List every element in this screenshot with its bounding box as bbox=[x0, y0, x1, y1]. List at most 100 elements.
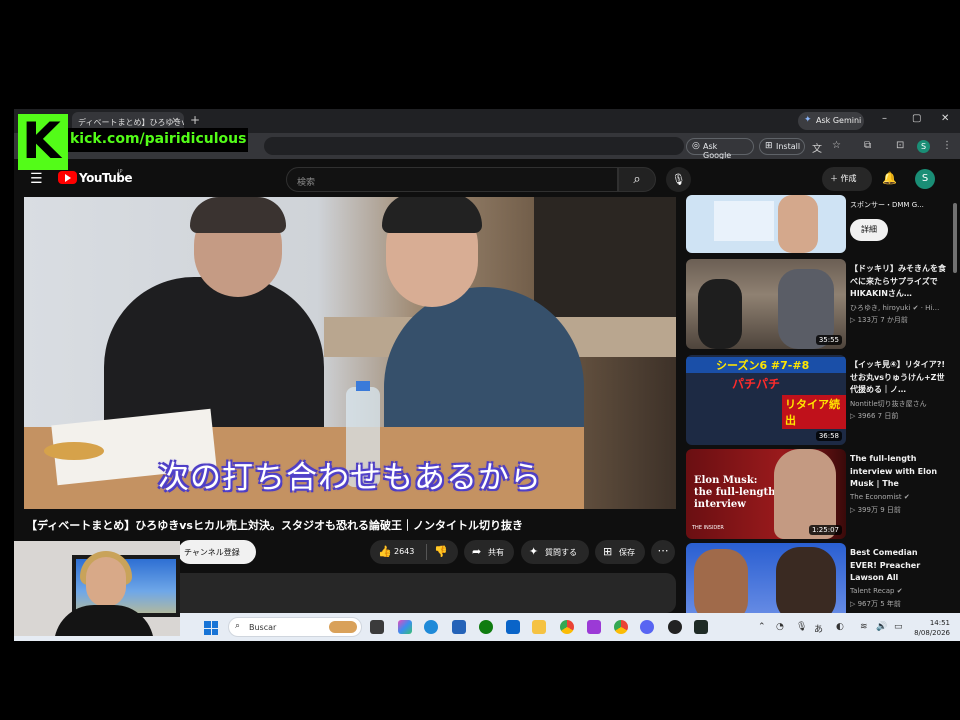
extensions-icon[interactable]: ⧉ bbox=[864, 140, 871, 151]
plus-icon: ＋ bbox=[830, 174, 838, 183]
share-button[interactable]: ➦ 共有 bbox=[464, 540, 514, 564]
ime-indicator[interactable]: あ bbox=[814, 622, 823, 635]
terminal-icon[interactable] bbox=[694, 620, 708, 634]
video-item-title[interactable]: 【イッキ見④】リタイア?! せお丸vsりゅうけん+Z世代援める｜ノ… bbox=[850, 359, 946, 397]
save-button[interactable]: ⊞ 保存 bbox=[595, 540, 645, 564]
list-item[interactable]: Elon Musk: the full-length interview THE… bbox=[686, 449, 948, 541]
video-item-title[interactable]: Best Comedian EVER! Preacher Lawson All … bbox=[850, 547, 946, 585]
bookmark-star-icon[interactable]: ☆ bbox=[832, 140, 841, 151]
youtube-logo-text[interactable]: YouTube bbox=[79, 171, 133, 185]
video-thumbnail[interactable]: Elon Musk: the full-length interview THE… bbox=[686, 449, 846, 539]
close-window-button[interactable]: ✕ bbox=[941, 113, 949, 124]
ask-gemini-button[interactable]: ✦ Ask Gemini bbox=[798, 112, 864, 130]
wifi-icon[interactable]: ≋ bbox=[860, 622, 868, 632]
voice-search-button[interactable]: 🎙 bbox=[666, 167, 691, 192]
sponsored-item[interactable]: スポンサー・DMM G... 詳細 bbox=[686, 195, 948, 255]
webcam-overlay bbox=[14, 541, 180, 636]
scrollbar-thumb[interactable] bbox=[953, 203, 957, 273]
video-thumbnail[interactable] bbox=[686, 543, 846, 621]
install-button[interactable]: ⊞ Install bbox=[759, 138, 805, 155]
search-highlight-image bbox=[329, 621, 357, 633]
like-divider bbox=[426, 544, 427, 560]
thumb-insider-text: THE INSIDER bbox=[692, 525, 724, 531]
like-count: 2643 bbox=[394, 547, 415, 556]
task-view-icon[interactable] bbox=[370, 620, 384, 634]
details-button[interactable]: 詳細 bbox=[850, 219, 888, 241]
youtube-logo-icon[interactable] bbox=[58, 171, 77, 184]
chrome-profile-icon[interactable] bbox=[614, 620, 628, 634]
channel-name[interactable]: ひろゆき, hiroyuki ✔ · Hi… bbox=[850, 303, 946, 313]
channel-name[interactable]: The Economist ✔ bbox=[850, 493, 946, 501]
outlook-icon[interactable] bbox=[506, 620, 520, 634]
ask-button[interactable]: ✦ 質問する bbox=[521, 540, 589, 564]
ask-google-button[interactable]: ◎ Ask Google bbox=[686, 138, 754, 160]
address-bar[interactable] bbox=[264, 137, 684, 155]
copilot-icon[interactable] bbox=[398, 620, 412, 634]
thumb-retire-text: リタイア続出 bbox=[782, 395, 846, 429]
video-meta: ▷ 133万 7 か月前 bbox=[850, 316, 908, 324]
thumb-person-a bbox=[698, 279, 742, 349]
volume-icon[interactable]: 🔊 bbox=[876, 622, 887, 632]
video-thumbnail[interactable]: 35:55 bbox=[686, 259, 846, 349]
page-scrollbar[interactable] bbox=[952, 197, 958, 615]
minimize-button[interactable]: – bbox=[882, 113, 887, 124]
hamburger-menu-icon[interactable]: ☰ bbox=[30, 171, 43, 187]
thumb-text-line: the full-length bbox=[694, 487, 776, 498]
tray-app-icon[interactable]: ◔ bbox=[776, 622, 784, 632]
ask-google-label: Ask Google bbox=[703, 142, 732, 160]
taskbar-search[interactable]: ⌕ Buscar bbox=[228, 617, 362, 637]
sparkle-icon: ✦ bbox=[529, 545, 539, 558]
edge-icon[interactable] bbox=[424, 620, 438, 634]
taskbar-clock[interactable]: 14:51 8/08/2026 bbox=[912, 618, 950, 638]
kick-overlay: K kick.com/pairidiculous bbox=[18, 114, 266, 170]
list-item[interactable]: 35:55 【ドッキリ】みそきんを食べに来たらサプライズでHIKAKINさん… … bbox=[686, 259, 948, 351]
video-item-title[interactable]: The full-length interview with Elon Musk… bbox=[850, 453, 946, 491]
share-arrow-icon: ➦ bbox=[472, 545, 482, 558]
search-button[interactable]: ⌕ bbox=[618, 167, 656, 192]
create-label: 作成 bbox=[840, 174, 857, 183]
kick-logo-icon: K bbox=[18, 114, 68, 170]
more-actions-icon[interactable]: ⋯ bbox=[651, 540, 675, 564]
chrome-icon[interactable] bbox=[560, 620, 574, 634]
discord-icon[interactable] bbox=[640, 620, 654, 634]
notifications-bell-icon[interactable]: 🔔 bbox=[882, 171, 897, 185]
sponsor-thumb-panel bbox=[714, 201, 774, 241]
app-icon[interactable] bbox=[587, 620, 601, 634]
thumbs-up-icon[interactable]: 👍 bbox=[378, 545, 392, 558]
channel-name[interactable]: Talent Recap ✔ bbox=[850, 587, 946, 595]
tray-settings-icon[interactable]: ◐ bbox=[836, 622, 844, 632]
maximize-button[interactable]: ▢ bbox=[912, 113, 921, 124]
tray-chevron-icon[interactable]: ⌃ bbox=[758, 622, 766, 632]
browser-profile-avatar[interactable]: S bbox=[917, 140, 930, 153]
video-player[interactable]: 次の打ち合わせもあるから bbox=[24, 197, 676, 509]
list-item[interactable]: Best Comedian EVER! Preacher Lawson All … bbox=[686, 543, 948, 621]
subscribe-button[interactable]: チャンネル登録 bbox=[178, 540, 256, 564]
search-icon: ⌕ bbox=[633, 172, 641, 187]
video-thumbnail[interactable]: シーズン6 #7-#8 パチパチ リタイア続出 36:58 bbox=[686, 355, 846, 445]
file-explorer-icon[interactable] bbox=[532, 620, 546, 634]
cast-icon[interactable]: ⊡ bbox=[896, 140, 904, 151]
kick-letter: K bbox=[22, 112, 61, 170]
list-item[interactable]: シーズン6 #7-#8 パチパチ リタイア続出 36:58 【イッキ見④】リタイ… bbox=[686, 355, 948, 447]
taskbar-search-label: Buscar bbox=[249, 623, 277, 632]
clock-date: 8/08/2026 bbox=[914, 629, 950, 637]
browser-menu-icon[interactable]: ⋮ bbox=[942, 140, 952, 151]
video-item-title[interactable]: 【ドッキリ】みそきんを食べに来たらサプライズでHIKAKINさん… bbox=[850, 263, 946, 301]
microphone-icon[interactable]: 🎙 bbox=[796, 622, 807, 632]
windows-start-icon[interactable] bbox=[204, 621, 218, 635]
store-icon[interactable] bbox=[452, 620, 466, 634]
search-icon: ⌕ bbox=[235, 621, 241, 631]
battery-icon[interactable]: ▭ bbox=[894, 622, 903, 632]
xbox-icon[interactable] bbox=[479, 620, 493, 634]
channel-name[interactable]: Nontitle切り抜き屋さん bbox=[850, 399, 946, 409]
translate-icon[interactable]: 文 bbox=[812, 140, 822, 155]
thumb-person-b bbox=[776, 547, 836, 621]
account-avatar[interactable]: S bbox=[915, 169, 935, 189]
sponsor-thumbnail[interactable] bbox=[686, 195, 846, 253]
thumbs-down-icon[interactable]: 👎 bbox=[434, 545, 448, 558]
duration-badge: 1:25:07 bbox=[809, 525, 842, 535]
obs-icon[interactable] bbox=[668, 620, 682, 634]
search-input[interactable]: 検索 bbox=[286, 167, 618, 192]
create-button[interactable]: ＋ 作成 bbox=[822, 167, 872, 191]
like-dislike-group[interactable]: 👍 2643 👎 bbox=[370, 540, 458, 564]
